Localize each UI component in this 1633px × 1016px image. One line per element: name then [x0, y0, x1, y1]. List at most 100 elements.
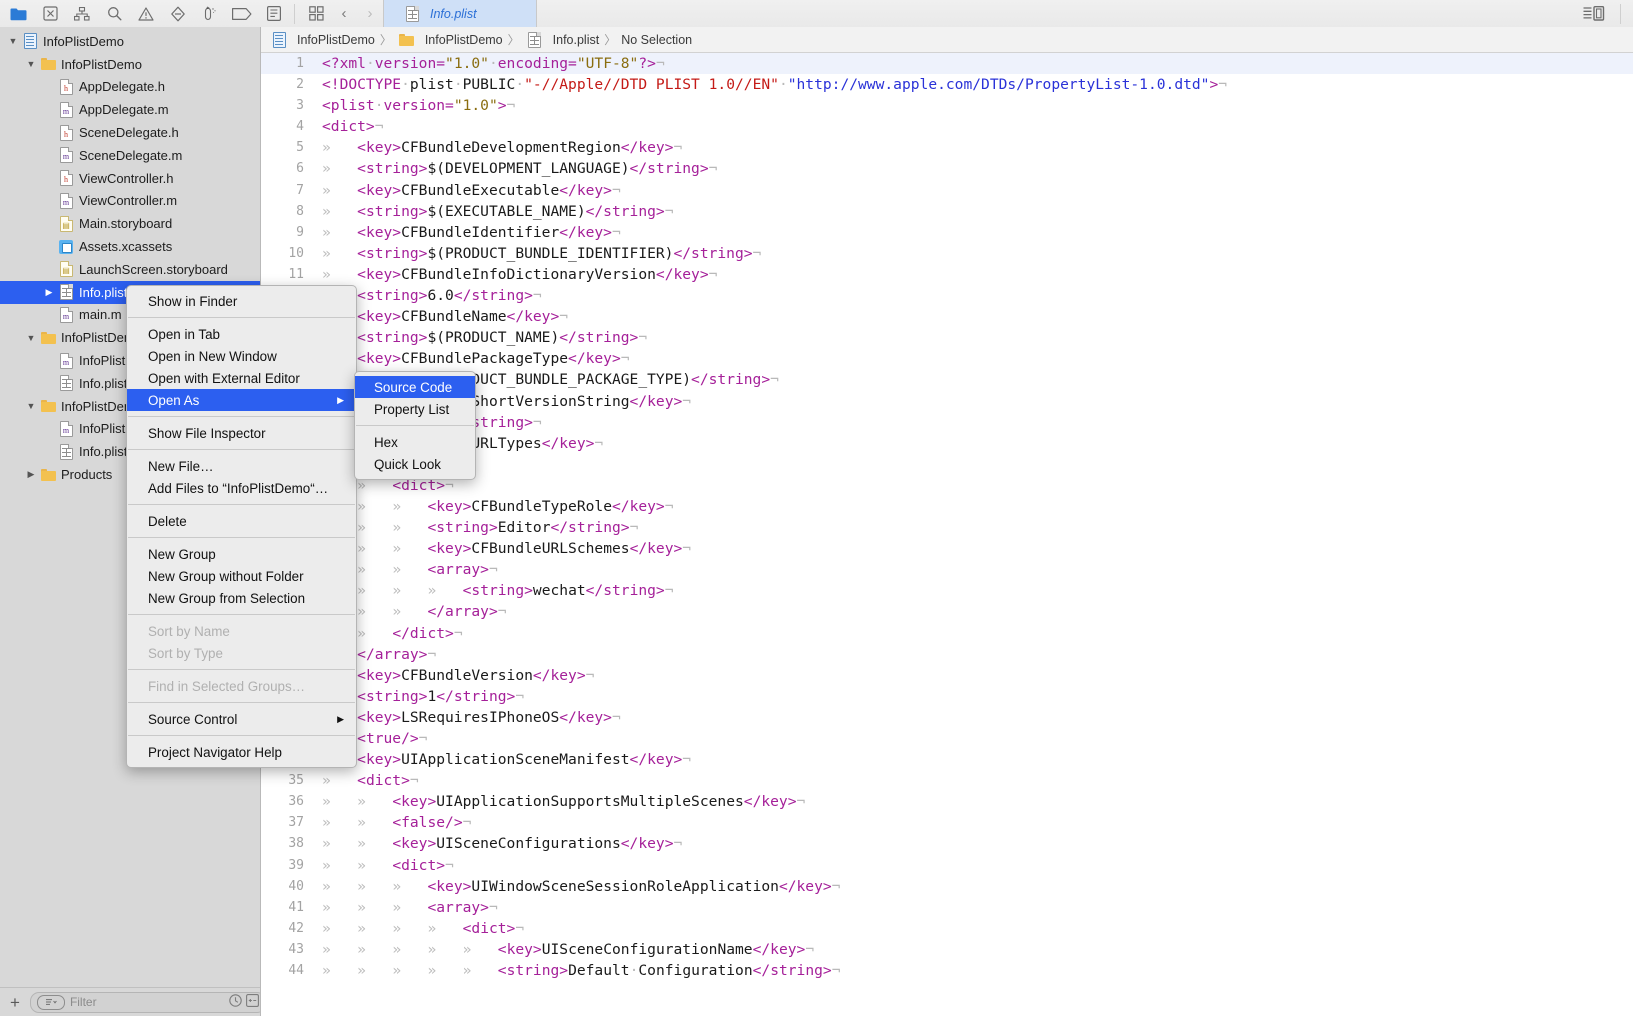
line-number: 9: [296, 224, 304, 240]
navigator-row-label: main.m: [79, 307, 122, 323]
menu-item[interactable]: Property List: [355, 398, 475, 420]
recent-files-icon[interactable]: [229, 994, 242, 1010]
add-button[interactable]: +: [6, 994, 24, 1011]
disclosure-triangle: ▶: [42, 195, 56, 206]
tab-marker: »: [322, 139, 331, 157]
code-line: 23» » » <string>Editor</string>¬: [261, 517, 1633, 538]
code-line-text: » » » » <string>wechat</string>¬: [310, 580, 674, 601]
tab-marker: »: [392, 582, 402, 600]
menu-item[interactable]: Quick Look: [355, 453, 475, 475]
code-line-text: » <dict>¬: [322, 772, 419, 790]
filter-scope-icon[interactable]: [36, 994, 65, 1010]
tab-marker: »: [357, 793, 366, 811]
back-button[interactable]: ‹: [331, 0, 357, 27]
code-line: 37 » » <false/>¬: [261, 812, 1633, 833]
code-line-text: » » <key>UIApplicationSupportsMultipleSc…: [322, 793, 806, 811]
source-control-filter-icon[interactable]: [246, 994, 259, 1010]
folder-icon[interactable]: [2, 1, 34, 27]
disclosure-triangle[interactable]: ▼: [24, 333, 38, 343]
disclosure-triangle[interactable]: ▼: [24, 401, 38, 411]
tab-marker: »: [357, 814, 366, 832]
search-icon[interactable]: [98, 1, 130, 27]
tab-marker: »: [392, 919, 402, 937]
navigator-row[interactable]: ▼ InfoPlistDemo: [0, 53, 260, 76]
tab-marker: »: [392, 540, 402, 558]
breadcrumb-item[interactable]: InfoPlistDemo: [397, 33, 503, 47]
navigator-row[interactable]: ▶mViewController.m: [0, 190, 260, 213]
forward-button[interactable]: ›: [357, 0, 383, 27]
code-line-text: » » <key>UISceneConfigurations</key>¬: [322, 835, 683, 853]
navigator-row[interactable]: ▶hSceneDelegate.h: [0, 121, 260, 144]
tab-info-plist[interactable]: Info.plist: [383, 0, 537, 27]
navigator-row[interactable]: ▶hViewController.h: [0, 167, 260, 190]
hierarchy-icon[interactable]: [66, 1, 98, 27]
tab-marker: »: [322, 962, 331, 980]
plist-file-icon: [56, 443, 76, 460]
menu-item[interactable]: Source Code: [355, 376, 475, 398]
menu-item[interactable]: Show File Inspector: [127, 422, 356, 444]
code-line: 39 » » <dict>¬: [261, 855, 1633, 876]
tab-marker: »: [392, 561, 402, 579]
toolbar-divider: [294, 3, 295, 24]
tab-marker: »: [357, 540, 366, 558]
disclosure-triangle[interactable]: ▼: [6, 36, 20, 46]
warning-icon[interactable]: [130, 1, 162, 27]
disclosure-triangle: ▶: [42, 173, 56, 184]
code-line: 2 <!DOCTYPE·plist·PUBLIC·"-//Apple//DTD P…: [261, 74, 1633, 95]
code-line-text: » » » <key>CFBundleTypeRole</key>¬: [310, 496, 674, 517]
menu-item[interactable]: Add Files to “InfoPlistDemo“…: [127, 477, 356, 499]
grid-icon[interactable]: [301, 0, 331, 27]
disclosure-triangle[interactable]: ▶: [24, 469, 38, 480]
tab-marker: »: [462, 940, 472, 958]
back-chevron-icon: ‹: [341, 5, 347, 22]
menu-item[interactable]: New File…: [127, 455, 356, 477]
tab-marker: »: [322, 835, 331, 853]
filter-input[interactable]: Filter: [29, 991, 260, 1013]
menu-item[interactable]: Open in New Window: [127, 345, 356, 367]
tab-marker: »: [357, 561, 366, 579]
menu-separator: [356, 425, 474, 426]
breakpoint-navigator-icon[interactable]: [226, 1, 258, 27]
menu-separator: [128, 504, 355, 505]
breadcrumb-separator: 〉: [604, 33, 617, 47]
source-editor[interactable]: 1 <?xml·version="1.0"·encoding="UTF-8"?>¬…: [261, 53, 1633, 1016]
navigator-row[interactable]: ▶▤LaunchScreen.storyboard: [0, 258, 260, 281]
plist-file-icon: [525, 31, 545, 48]
menu-item[interactable]: Delete: [127, 510, 356, 532]
tab-marker: »: [322, 856, 331, 874]
menu-item[interactable]: Show in Finder: [127, 290, 356, 312]
navigator-row[interactable]: ▶hAppDelegate.h: [0, 76, 260, 99]
m-file-icon: m: [56, 420, 76, 437]
line-number: 6: [296, 161, 304, 177]
debug-navigator-icon[interactable]: [194, 1, 226, 27]
issue-navigator-icon[interactable]: [34, 1, 66, 27]
menu-item[interactable]: Project Navigator Help: [127, 741, 356, 763]
test-navigator-icon[interactable]: [162, 1, 194, 27]
navigator-row[interactable]: ▶mAppDelegate.m: [0, 98, 260, 121]
breadcrumb-item[interactable]: No Selection: [621, 33, 692, 47]
breadcrumb-item[interactable]: Info.plist: [525, 31, 599, 48]
code-line-text: » <key>CFBundleInfoDictionaryVersion</ke…: [322, 265, 718, 283]
report-navigator-icon[interactable]: [258, 1, 290, 27]
editor-layout-icon[interactable]: [1578, 1, 1610, 27]
disclosure-triangle[interactable]: ▼: [24, 59, 38, 69]
code-line: 13» <key>CFBundleName</key>¬: [261, 306, 1633, 327]
breadcrumb-item[interactable]: InfoPlistDemo: [269, 31, 375, 48]
navigator-row-label: AppDelegate.m: [79, 102, 169, 118]
menu-item[interactable]: Hex: [355, 431, 475, 453]
tab-marker: »: [357, 962, 366, 980]
project-icon: [20, 33, 40, 50]
menu-item[interactable]: Open As ▶: [127, 389, 356, 411]
navigator-row[interactable]: ▶mSceneDelegate.m: [0, 144, 260, 167]
navigator-row[interactable]: ▼ InfoPlistDemo: [0, 30, 260, 53]
line-number: 35: [288, 773, 304, 789]
navigator-row[interactable]: ▶ Assets.xcassets: [0, 235, 260, 258]
menu-item[interactable]: New Group without Folder: [127, 565, 356, 587]
menu-item[interactable]: Open in Tab: [127, 323, 356, 345]
menu-item[interactable]: Source Control ▶: [127, 708, 356, 730]
navigator-row[interactable]: ▶▤Main.storyboard: [0, 212, 260, 235]
menu-item[interactable]: Open with External Editor: [127, 367, 356, 389]
menu-item[interactable]: New Group: [127, 543, 356, 565]
menu-item[interactable]: New Group from Selection: [127, 587, 356, 609]
menu-item-label: New Group without Folder: [148, 568, 304, 584]
